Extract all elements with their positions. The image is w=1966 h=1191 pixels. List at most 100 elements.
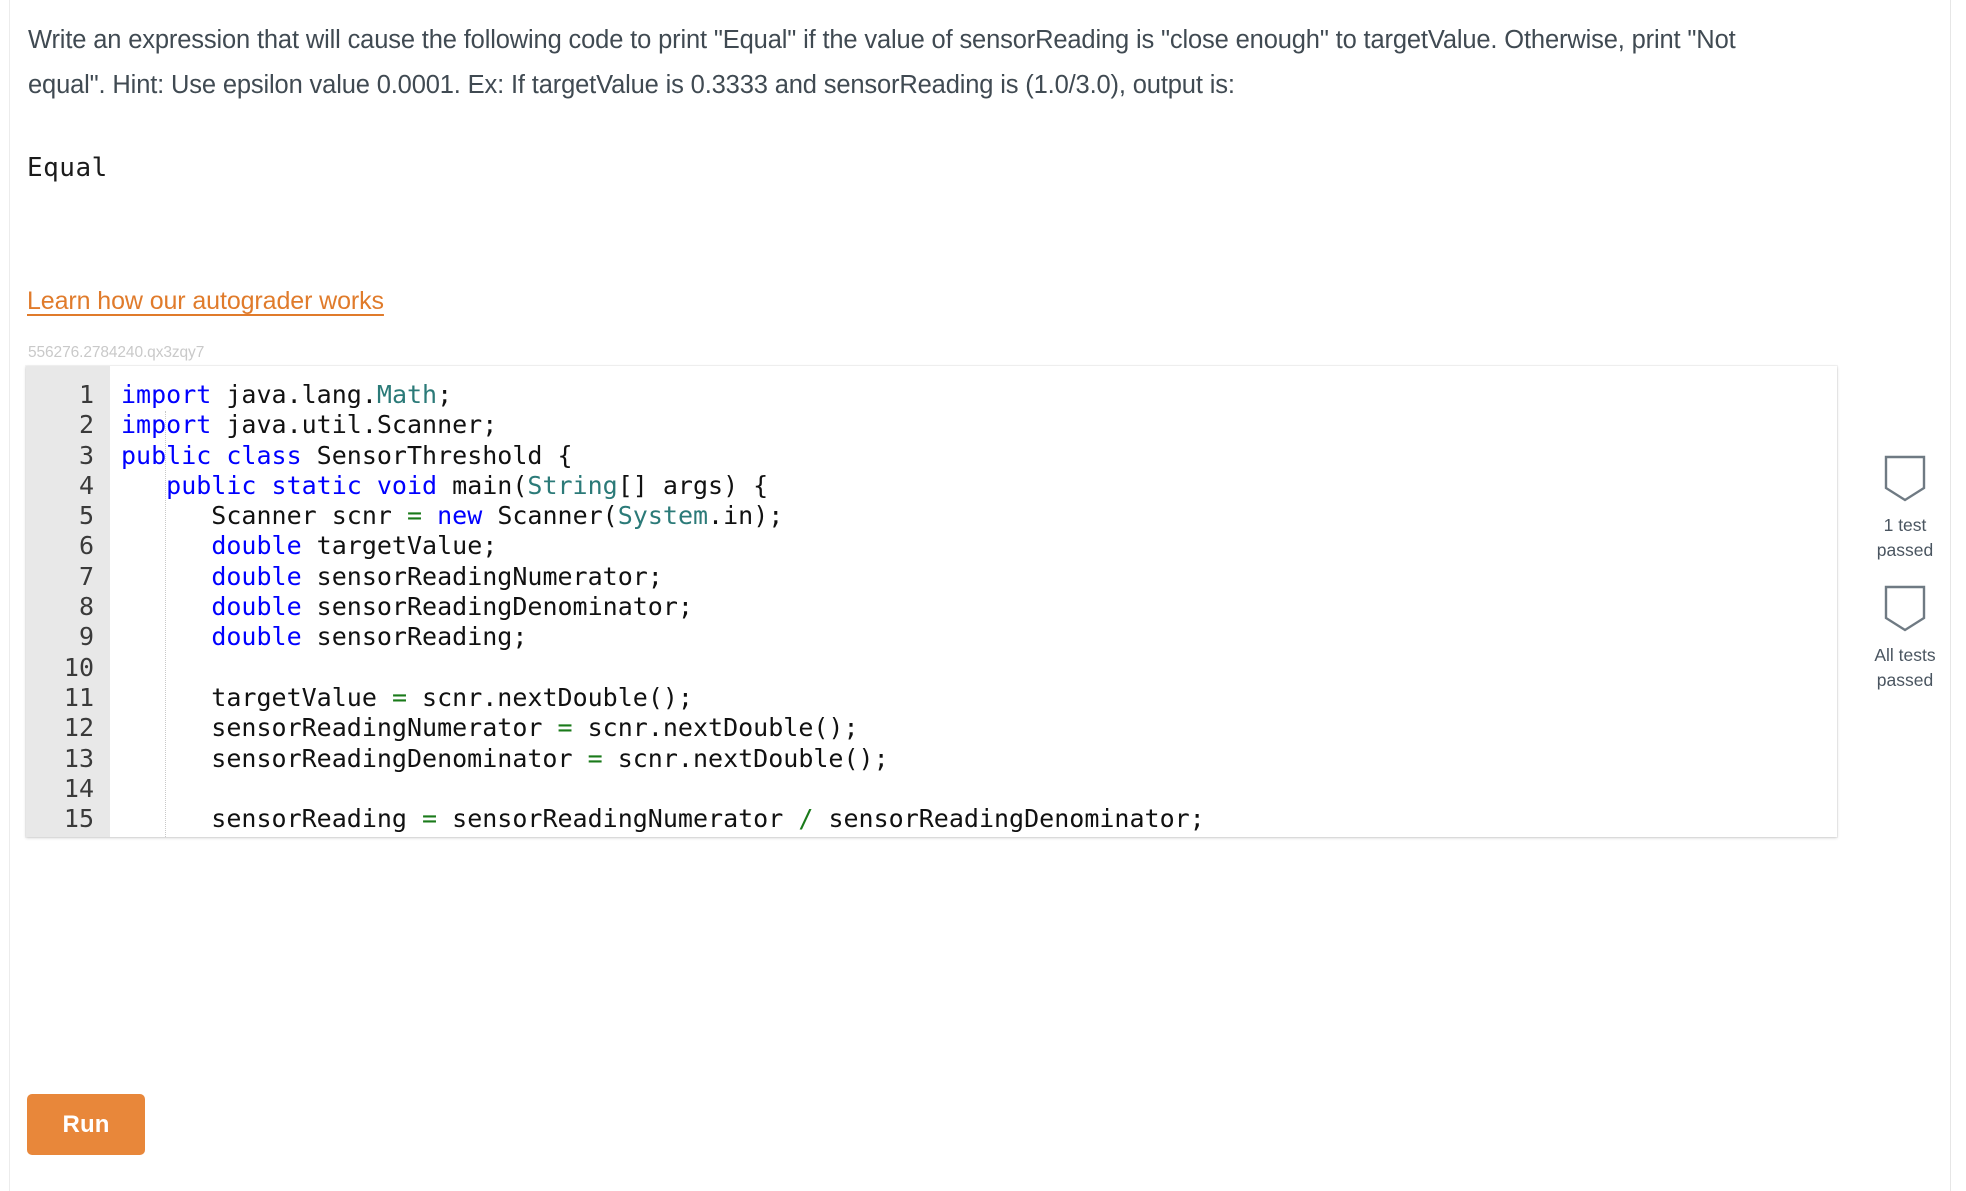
test-badge-label-line1: All tests [1874,645,1936,665]
code-token: import [121,410,212,440]
code-line[interactable]: 9 double sensorReading; [26,622,1837,652]
test-badge-label-line1: 1 test [1883,515,1927,535]
problem-statement-text: Write an expression that will cause the … [28,26,1743,99]
code-token: = [557,713,573,743]
code-line[interactable]: 16 [26,834,1837,837]
code-token: sensorReadingNumerator [121,713,558,743]
code-token: double [211,622,302,652]
code-token: targetValue; [301,531,498,561]
line-number: 7 [78,561,94,591]
code-token: = [406,501,423,531]
code-line[interactable]: 11 targetValue = scnr.nextDouble(); [26,683,1837,713]
code-line[interactable]: 3 public class SensorThreshold { [26,441,1837,471]
code-line[interactable]: 14 [26,774,1837,804]
code-token: = [422,804,438,834]
code-token: sensorReadingNumerator [437,804,799,834]
code-token: Math [376,380,438,409]
code-line-source[interactable]: import java.util.Scanner; [121,410,497,440]
autograder-info-link[interactable]: Learn how our autograder works [27,283,384,319]
exercise-page: Write an expression that will cause the … [0,0,1966,1191]
line-number: 5 [78,501,94,531]
code-line-source[interactable]: targetValue = scnr.nextDouble(); [121,683,693,713]
code-token: String [527,470,618,500]
code-line-source[interactable]: sensorReadingDenominator = scnr.nextDoub… [121,743,889,774]
code-line-source[interactable]: Scanner scnr = new Scanner(System.in); [121,501,783,531]
line-number: 15 [63,804,94,834]
page-right-divider [1950,0,1951,1191]
line-number: 6 [78,531,94,561]
code-lines-container[interactable]: 1 import java.lang.Math; 2 import java.util… [26,380,1837,837]
code-line[interactable]: 5 Scanner scnr = new Scanner(System.in); [26,501,1837,531]
line-number: 3 [78,440,94,470]
code-token: sensorReading [121,804,423,834]
line-number: 12 [63,713,94,743]
code-token: sensorReadingDenominator [121,743,588,773]
code-line[interactable]: 7 double sensorReadingNumerator; [26,562,1837,592]
code-line[interactable]: 2 import java.util.Scanner; [26,410,1837,440]
code-token: scnr.nextDouble(); [572,713,859,743]
line-number: 2 [78,410,94,440]
page-left-divider [9,0,10,1191]
code-line-source[interactable]: double sensorReadingNumerator; [121,562,663,592]
code-line[interactable]: 10 [26,653,1837,683]
line-number: 16 [26,834,94,837]
code-token: new [437,501,483,531]
code-token: [] args) { [617,470,769,500]
code-line[interactable]: 15 sensorReading = sensorReadingNumerato… [26,804,1837,834]
code-token: targetValue [121,682,392,712]
code-token: SensorThreshold { [301,440,573,470]
code-line[interactable]: 6 double targetValue; [26,531,1837,561]
code-editor-panel[interactable]: 1 import java.lang.Math; 2 import java.util… [26,366,1837,837]
code-token: main( [437,470,528,500]
code-token: public class [121,440,302,470]
code-token: java.util.Scanner; [211,410,498,440]
line-number: 4 [78,470,94,500]
code-line-source[interactable]: sensorReading = sensorReadingNumerator /… [121,804,1205,834]
code-line-source[interactable]: sensorReadingNumerator = scnr.nextDouble… [121,713,859,743]
code-token: .in); [708,501,784,531]
run-button[interactable]: Run [27,1094,145,1155]
code-line-source[interactable]: double sensorReading; [121,622,527,652]
test-badge-label-line2: passed [1876,540,1934,560]
code-token: sensorReadingNumerator; [301,561,663,591]
code-line[interactable]: 1 import java.lang.Math; [26,380,1837,410]
code-line[interactable]: 12 sensorReadingNumerator = scnr.nextDou… [26,713,1837,743]
code-token: System [617,501,709,531]
test-badge: 1 test passed [1860,455,1950,563]
code-line-source[interactable]: import java.lang.Math; [121,380,452,410]
line-number: 14 [63,773,94,803]
code-editor-scroll-area[interactable]: 1 import java.lang.Math; 2 import java.util… [26,366,1837,837]
snippet-id-label: 556276.2784240.qx3zqy7 [28,344,205,361]
code-line[interactable]: 8 double sensorReadingDenominator; [26,592,1837,622]
code-token: ; [437,380,453,409]
line-number: 8 [78,592,94,622]
code-line-source[interactable]: public class SensorThreshold { [121,441,573,471]
code-token: = [587,743,603,773]
code-token: sensorReadingDenominator; [301,592,693,622]
line-number: 9 [78,622,94,652]
code-token: scnr.nextDouble(); [407,682,693,712]
code-line-source[interactable]: double sensorReadingDenominator; [121,592,693,622]
code-token: import [121,380,212,409]
code-token: scnr.nextDouble(); [602,743,889,773]
code-line-source[interactable]: public static void main(String[] args) { [121,471,768,501]
code-token: double [211,592,302,622]
code-token: double [211,561,302,591]
code-token: Scanner( [482,501,618,531]
code-token: java.lang. [211,380,377,409]
code-token: public static void [166,470,438,500]
problem-statement: Write an expression that will cause the … [28,18,1748,108]
code-line-source[interactable]: double targetValue; [121,531,497,561]
code-line[interactable]: 4 public static void main(String[] args)… [26,471,1837,501]
line-number: 10 [63,652,94,682]
line-number: 11 [63,682,94,712]
code-line[interactable]: 13 sensorReadingDenominator = scnr.nextD… [26,744,1837,774]
code-token: Scanner scnr [121,501,407,531]
code-token: sensorReadingDenominator; [813,804,1205,834]
